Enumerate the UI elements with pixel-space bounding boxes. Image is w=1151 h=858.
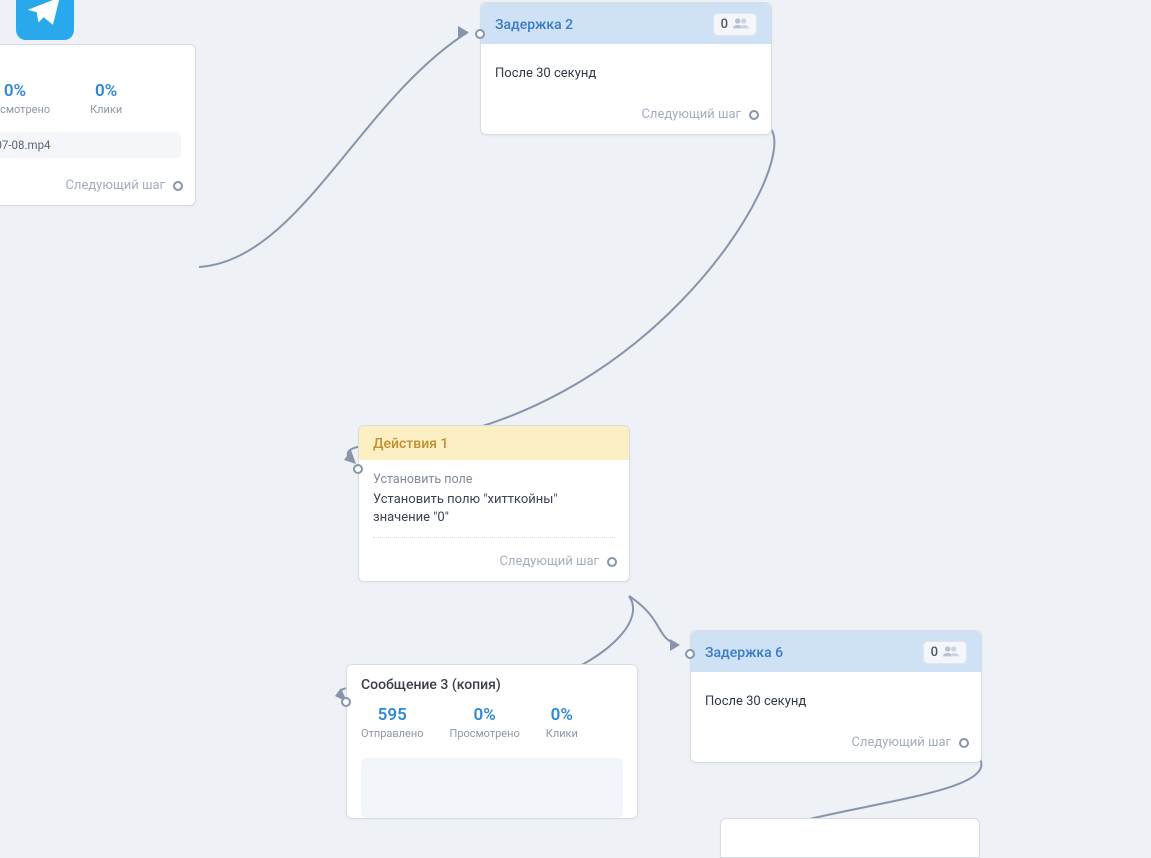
input-port[interactable] <box>685 649 695 659</box>
next-step-label: Следующий шаг <box>499 554 599 569</box>
attached-file[interactable]: 23-09-20_21-07-08.mp4 <box>0 132 181 158</box>
node-message-3-copy[interactable]: Сообщение 3 (копия) 595 Отправлено 0% Пр… <box>346 664 638 819</box>
stat-clicks: 0% Клики <box>90 81 122 116</box>
action-subtitle: Установить поле <box>373 472 615 487</box>
content-preview <box>361 758 623 818</box>
stat-views: 0% Просмотрено <box>449 705 519 740</box>
people-count: 0 <box>923 641 967 664</box>
people-count: 0 <box>713 13 757 36</box>
next-step-label: Следующий шаг <box>641 107 741 122</box>
input-port[interactable] <box>353 464 363 474</box>
stat-clicks: 0% Клики <box>546 705 578 740</box>
delay-text: После 30 секунд <box>495 66 596 81</box>
node-delay-2[interactable]: Задержка 2 0 После 30 секунд Следующий ш… <box>480 2 772 135</box>
next-step-label: Следующий шаг <box>65 178 165 193</box>
telegram-icon <box>16 0 74 40</box>
node-title: Задержка 2 <box>495 17 573 33</box>
node-message-2[interactable]: 2 0% Просмотрено 0% Клики 23-09-20_21-07… <box>0 44 196 206</box>
node-title: Действия 1 <box>373 436 448 452</box>
next-step-label: Следующий шаг <box>851 735 951 750</box>
delay-text: После 30 секунд <box>705 694 806 709</box>
people-icon <box>943 645 959 660</box>
action-rule: Установить полю "хитткойны" значение "0" <box>373 491 615 538</box>
node-title: Сообщение 3 (копия) <box>361 677 501 693</box>
output-port[interactable] <box>959 738 969 748</box>
input-port[interactable] <box>341 697 351 707</box>
output-port[interactable] <box>607 557 617 567</box>
flow-canvas[interactable]: 2 0% Просмотрено 0% Клики 23-09-20_21-07… <box>0 0 1151 826</box>
node-action-1[interactable]: Действия 1 Установить поле Установить по… <box>358 425 630 582</box>
node-delay-6[interactable]: Задержка 6 0 После 30 секунд Следующий ш… <box>690 630 982 763</box>
people-icon <box>733 17 749 32</box>
input-port[interactable] <box>475 29 485 39</box>
output-port[interactable] <box>173 181 183 191</box>
stat-sent: 595 Отправлено <box>361 705 423 740</box>
output-port[interactable] <box>749 110 759 120</box>
node-offscreen[interactable] <box>720 818 980 858</box>
stat-views: 0% Просмотрено <box>0 81 50 116</box>
node-title: Задержка 6 <box>705 645 783 661</box>
